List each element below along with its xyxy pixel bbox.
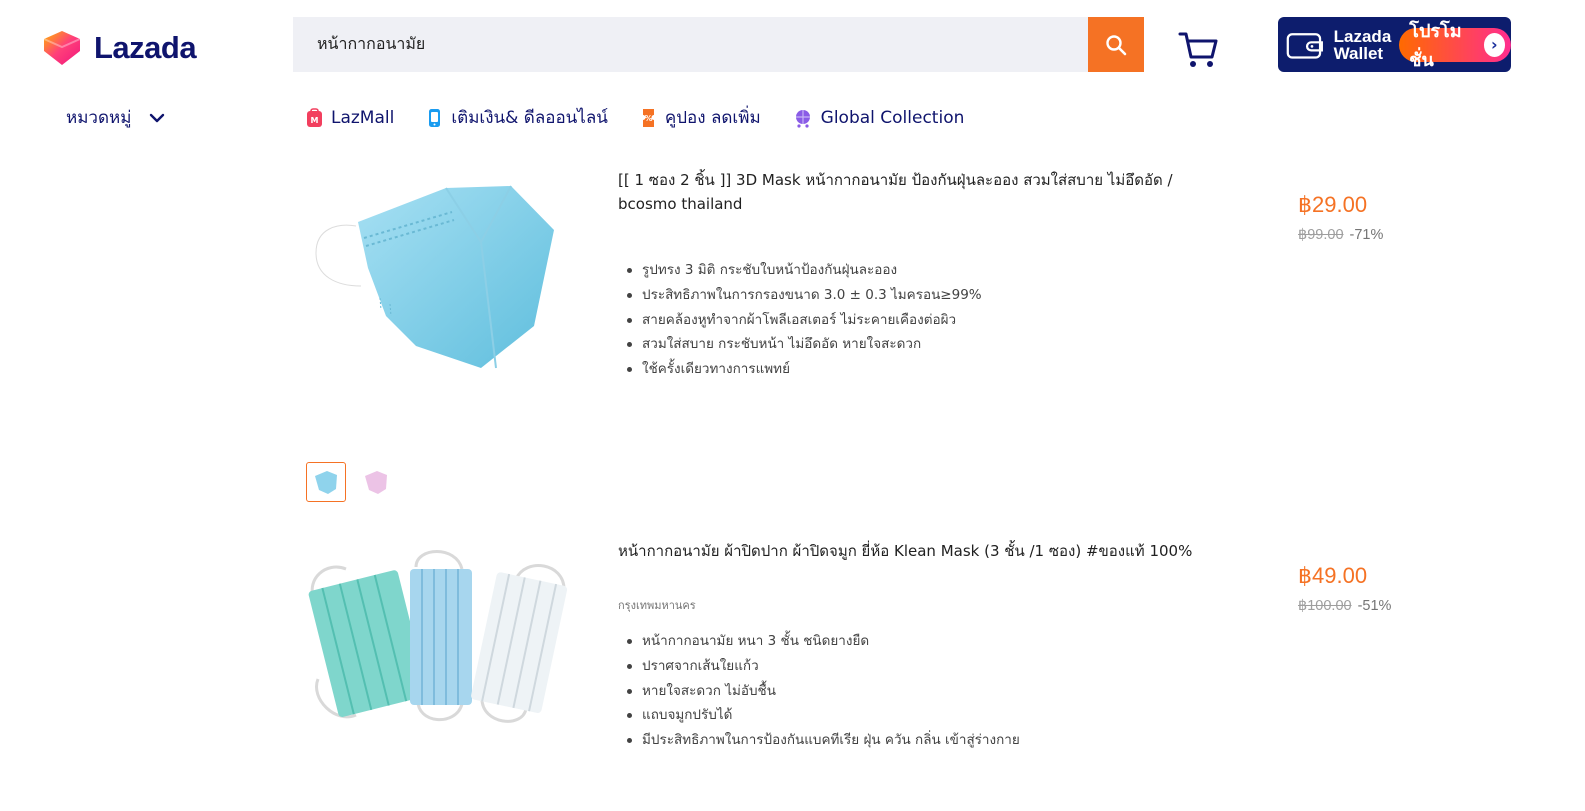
price-original-row: ฿99.00 -71% [1298, 227, 1383, 243]
seller-location: กรุงเทพมหานคร [618, 599, 696, 612]
nav-item-lazmall[interactable]: M LazMall [306, 108, 394, 128]
search-input[interactable] [293, 17, 1088, 72]
nav-item-label: LazMall [331, 107, 395, 128]
feature-item: หน้ากากอนามัย หนา 3 ชั้น ชนิดยางยืด [618, 629, 1020, 654]
wallet-brand-line2: Wallet [1333, 43, 1384, 63]
phone-topup-icon [429, 108, 441, 127]
cart-icon [1178, 32, 1218, 67]
discount-badge: -51% [1357, 598, 1392, 614]
nav-item-coupon[interactable]: % คูปอง ลดเพิ่ม [640, 104, 761, 131]
mask-3d-image [312, 185, 554, 369]
product-image[interactable] [306, 168, 576, 378]
wallet-brand-line1: Lazada [1333, 26, 1392, 46]
price-original-row: ฿100.00 -51% [1298, 598, 1391, 614]
feature-item: ใช้ครั้งเดียวทางการแพทย์ [618, 357, 982, 382]
nav-item-label: คูปอง ลดเพิ่ม [664, 108, 761, 128]
lazada-logo[interactable]: Lazada [40, 29, 197, 67]
feature-item: ประสิทธิภาพในการกรองขนาด 3.0 ± 0.3 ไมครอ… [618, 283, 982, 308]
feature-list: รูปทรง 3 มิติ กระชับใบหน้าป้องกันฝุ่นละอ… [618, 258, 982, 382]
chevron-right-icon: › [1483, 32, 1505, 57]
mask-thumbnail-image [365, 471, 387, 494]
variant-thumbnails [306, 462, 396, 502]
feature-item: สายคล้องหูทำจากผ้าโพลีเอสเตอร์ ไม่ระคายเ… [618, 308, 982, 333]
lazada-heart-icon [43, 31, 81, 65]
lazmall-icon: M [307, 107, 322, 127]
original-price: ฿100.00 [1298, 598, 1352, 614]
chevron-down-icon [150, 113, 165, 122]
product-price: ฿49.00 [1298, 563, 1368, 588]
wallet-icon [1286, 32, 1323, 59]
feature-item: สวมใส่สบาย กระชับหน้า ไม่อึดอัด หายใจสะด… [618, 332, 982, 357]
nav-item-global-collection[interactable]: Global Collection [793, 107, 965, 128]
original-price: ฿99.00 [1298, 227, 1344, 243]
feature-item: มีประสิทธิภาพในการป้องกันแบคทีเรีย ฝุ่น … [618, 728, 1020, 753]
mask-thumbnail-image [315, 471, 337, 494]
search-icon [1106, 34, 1127, 55]
nav-item-label: Global Collection [820, 107, 965, 128]
feature-item: รูปทรง 3 มิติ กระชับใบหน้าป้องกันฝุ่นละอ… [618, 258, 982, 283]
wallet-brand: Lazada Wallet [1334, 28, 1392, 62]
search-button[interactable] [1088, 17, 1144, 72]
coupon-icon: % [642, 108, 654, 127]
product-title[interactable]: [[ 1 ซอง 2 ชิ้น ]] 3D Mask หน้ากากอนามัย… [618, 168, 1208, 216]
wallet-promo-badge: โปรโมชั่น › [1399, 21, 1511, 71]
svg-text:%: % [644, 114, 652, 123]
global-cart-icon [795, 109, 810, 128]
cart-button[interactable] [1178, 30, 1220, 70]
feature-item: ปราศจากเส้นใยแก้ว [618, 654, 1020, 679]
lazada-wallet-banner[interactable]: Lazada Wallet โปรโมชั่น › [1278, 17, 1511, 72]
feature-item: หายใจสะดวก ไม่อับชื้น [618, 679, 1020, 704]
logo-text: Lazada [94, 30, 197, 65]
mask-surgical-image [308, 550, 568, 723]
nav-item-label: เติมเงิน& ดีลออนไลน์ [451, 108, 608, 128]
discount-badge: -71% [1349, 227, 1384, 243]
category-dropdown[interactable]: หมวดหมู่ [66, 104, 165, 131]
product-title[interactable]: หน้ากากอนามัย ผ้าปิดปาก ผ้าปิดจมูก ยี่ห้… [618, 539, 1208, 563]
feature-item: แถบจมูกปรับได้ [618, 703, 1020, 728]
category-label: หมวดหมู่ [66, 108, 132, 128]
thumbnail-blue[interactable] [306, 462, 346, 502]
product-image[interactable] [306, 539, 576, 749]
top-nav: M LazMall เติมเงิน& ดีลออนไลน์ % คูปอง ล… [306, 104, 964, 131]
wallet-promo-text: โปรโมชั่น [1409, 20, 1462, 71]
thumbnail-pink[interactable] [356, 462, 396, 502]
search-bar [293, 17, 1144, 72]
product-price: ฿29.00 [1298, 192, 1368, 217]
nav-item-topup[interactable]: เติมเงิน& ดีลออนไลน์ [426, 104, 608, 131]
svg-text:M: M [311, 116, 319, 125]
feature-list: หน้ากากอนามัย หนา 3 ชั้น ชนิดยางยืด ปราศ… [618, 629, 1020, 753]
